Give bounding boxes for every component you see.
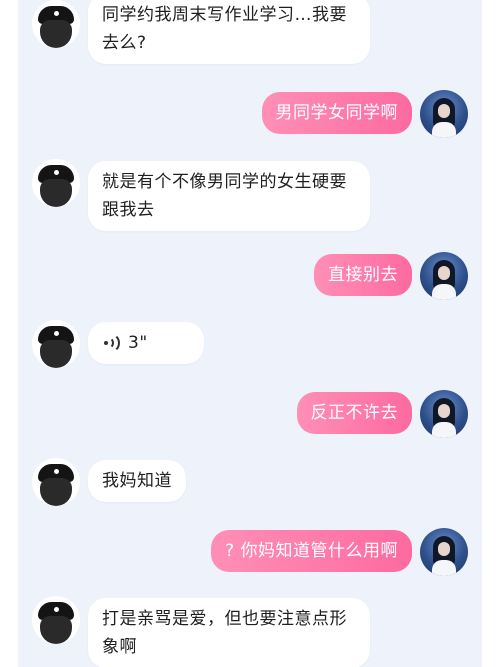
message-bubble-received[interactable]: 打是亲骂是爱，但也要注意点形象啊: [88, 598, 370, 667]
voice-message-bubble[interactable]: 3": [88, 322, 204, 364]
message-bubble-sent[interactable]: ? 你妈知道管什么用啊: [211, 530, 412, 572]
message-bubble-received[interactable]: 就是有个不像男同学的女生硬要跟我去: [88, 161, 370, 231]
chat-area[interactable]: 同学约我周末写作业学习…我要去么? 男同学女同学啊 就是有个不像男同学的女生硬要…: [18, 0, 482, 667]
avatar-face: [438, 404, 450, 418]
message-bubble-received[interactable]: 我妈知道: [88, 460, 186, 502]
avatar-face: [40, 20, 72, 48]
avatar-shirt: [432, 122, 456, 138]
avatar-shirt: [432, 284, 456, 300]
avatar-detail: [54, 170, 59, 175]
contact-avatar[interactable]: [32, 0, 80, 48]
contact-avatar[interactable]: [32, 159, 80, 207]
message-bubble-sent[interactable]: 直接别去: [314, 254, 412, 296]
user-avatar[interactable]: [420, 252, 468, 300]
avatar-detail: [54, 331, 59, 336]
avatar-detail: [54, 469, 59, 474]
avatar-face: [438, 266, 450, 280]
avatar-detail: [54, 11, 59, 16]
contact-avatar[interactable]: [32, 458, 80, 506]
contact-avatar[interactable]: [32, 320, 80, 368]
avatar-face: [40, 340, 72, 368]
voice-wave-icon: [102, 332, 120, 354]
avatar-face: [40, 478, 72, 506]
user-avatar[interactable]: [420, 390, 468, 438]
avatar-detail: [54, 607, 59, 612]
contact-avatar[interactable]: [32, 596, 80, 644]
avatar-face: [40, 179, 72, 207]
user-avatar[interactable]: [420, 90, 468, 138]
avatar-face: [438, 104, 450, 118]
voice-wave-outer: [106, 333, 120, 353]
message-bubble-sent[interactable]: 反正不许去: [296, 392, 412, 434]
user-avatar[interactable]: [420, 528, 468, 576]
message-bubble-received[interactable]: 同学约我周末写作业学习…我要去么?: [88, 0, 370, 64]
avatar-face: [40, 616, 72, 644]
voice-duration: 3": [128, 333, 148, 353]
avatar-shirt: [432, 560, 456, 576]
message-bubble-sent[interactable]: 男同学女同学啊: [261, 92, 412, 134]
avatar-shirt: [432, 422, 456, 438]
avatar-face: [438, 542, 450, 556]
